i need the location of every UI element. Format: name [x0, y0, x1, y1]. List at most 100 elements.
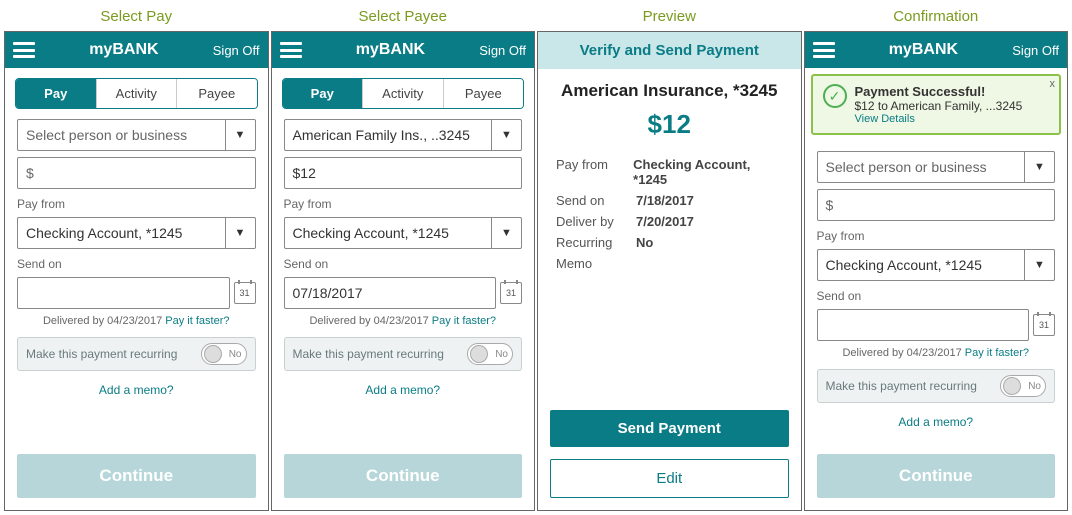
success-detail: $12 to American Family, ...3245: [855, 99, 1023, 113]
tab-activity[interactable]: Activity: [97, 79, 178, 108]
send-on-input[interactable]: [817, 309, 1030, 341]
continue-button[interactable]: Continue: [284, 454, 523, 498]
check-icon: ✓: [823, 84, 847, 108]
kv-key: Recurring: [556, 235, 636, 250]
phone-screen-select-payee: myBANK Sign Off Pay Activity Payee Ameri…: [271, 31, 536, 511]
amount-input[interactable]: $: [17, 157, 256, 189]
chevron-down-icon: ▼: [491, 218, 521, 248]
app-header: myBANK Sign Off: [5, 32, 268, 68]
kv-key: Pay from: [556, 157, 633, 187]
pay-from-label: Pay from: [284, 197, 523, 211]
tab-pay[interactable]: Pay: [16, 79, 97, 108]
app-brand: myBANK: [35, 41, 213, 59]
sign-off-link[interactable]: Sign Off: [479, 43, 526, 58]
amount-value: $: [18, 165, 255, 181]
sign-off-link[interactable]: Sign Off: [1012, 43, 1059, 58]
amount-input[interactable]: $: [817, 189, 1056, 221]
continue-button[interactable]: Continue: [17, 454, 256, 498]
calendar-icon[interactable]: 31: [1033, 314, 1055, 336]
pay-from-select[interactable]: Checking Account, *1245 ▼: [817, 249, 1056, 281]
pay-from-value: Checking Account, *1245: [285, 225, 492, 241]
payee-select[interactable]: Select person or business ▼: [817, 151, 1056, 183]
amount-input[interactable]: $12: [284, 157, 523, 189]
menu-icon[interactable]: [280, 42, 302, 58]
stage-label: Confirmation: [804, 4, 1069, 31]
tab-bar: Pay Activity Payee: [282, 78, 525, 109]
verify-amount: $12: [556, 109, 783, 140]
success-banner: ✓ Payment Successful! $12 to American Fa…: [811, 74, 1062, 135]
stage-label: Select Pay: [4, 4, 269, 31]
kv-key: Deliver by: [556, 214, 636, 229]
calendar-icon[interactable]: 31: [234, 282, 256, 304]
add-memo-link[interactable]: Add a memo?: [17, 383, 256, 397]
recurring-row: Make this payment recurring No: [284, 337, 523, 371]
phone-screen-preview: Verify and Send Payment American Insuran…: [537, 31, 802, 511]
view-details-link[interactable]: View Details: [855, 113, 1023, 125]
chevron-down-icon: ▼: [1024, 152, 1054, 182]
add-memo-link[interactable]: Add a memo?: [284, 383, 523, 397]
pay-from-select[interactable]: Checking Account, *1245 ▼: [17, 217, 256, 249]
phone-screen-select-pay: myBANK Sign Off Pay Activity Payee Selec…: [4, 31, 269, 511]
pay-from-select[interactable]: Checking Account, *1245 ▼: [284, 217, 523, 249]
send-payment-button[interactable]: Send Payment: [550, 410, 789, 447]
menu-icon[interactable]: [813, 42, 835, 58]
recurring-row: Make this payment recurring No: [817, 369, 1056, 403]
recurring-toggle[interactable]: No: [201, 343, 247, 365]
kv-val: No: [636, 235, 653, 250]
recurring-row: Make this payment recurring No: [17, 337, 256, 371]
verify-title: Verify and Send Payment: [538, 32, 801, 69]
delivered-by-text: Delivered by 04/23/2017 Pay it faster?: [284, 315, 523, 327]
chevron-down-icon: ▼: [225, 120, 255, 150]
send-on-label: Send on: [17, 257, 256, 271]
recurring-label: Make this payment recurring: [826, 379, 1001, 393]
chevron-down-icon: ▼: [1024, 250, 1054, 280]
tab-activity[interactable]: Activity: [363, 79, 444, 108]
pay-faster-link[interactable]: Pay it faster?: [165, 315, 229, 327]
menu-icon[interactable]: [13, 42, 35, 58]
stage-label: Preview: [537, 4, 802, 31]
pay-from-label: Pay from: [17, 197, 256, 211]
tab-payee[interactable]: Payee: [177, 79, 257, 108]
app-header: myBANK Sign Off: [272, 32, 535, 68]
app-brand: myBANK: [302, 41, 480, 59]
calendar-icon[interactable]: 31: [500, 282, 522, 304]
kv-val: Checking Account, *1245: [633, 157, 782, 187]
pay-from-label: Pay from: [817, 229, 1056, 243]
payee-select[interactable]: Select person or business ▼: [17, 119, 256, 151]
pay-from-value: Checking Account, *1245: [18, 225, 225, 241]
pay-faster-link[interactable]: Pay it faster?: [432, 315, 496, 327]
payee-select-value: Select person or business: [18, 127, 225, 143]
payee-select-value: American Family Ins., ..3245: [285, 127, 492, 143]
delivered-by-text: Delivered by 04/23/2017 Pay it faster?: [17, 315, 256, 327]
success-title: Payment Successful!: [855, 84, 1023, 99]
send-on-input[interactable]: 07/18/2017: [284, 277, 497, 309]
pay-faster-link[interactable]: Pay it faster?: [965, 347, 1029, 359]
recurring-label: Make this payment recurring: [26, 347, 201, 361]
tab-bar: Pay Activity Payee: [15, 78, 258, 109]
send-on-label: Send on: [284, 257, 523, 271]
chevron-down-icon: ▼: [491, 120, 521, 150]
verify-payee: American Insurance, *3245: [556, 81, 783, 101]
recurring-toggle[interactable]: No: [1000, 375, 1046, 397]
send-on-label: Send on: [817, 289, 1056, 303]
send-on-input[interactable]: [17, 277, 230, 309]
delivered-by-text: Delivered by 04/23/2017 Pay it faster?: [817, 347, 1056, 359]
amount-value: $12: [285, 165, 522, 181]
app-header: myBANK Sign Off: [805, 32, 1068, 68]
tab-pay[interactable]: Pay: [283, 79, 364, 108]
app-brand: myBANK: [835, 41, 1013, 59]
chevron-down-icon: ▼: [225, 218, 255, 248]
pay-from-value: Checking Account, *1245: [818, 257, 1025, 273]
add-memo-link[interactable]: Add a memo?: [817, 415, 1056, 429]
kv-val: 7/18/2017: [636, 193, 694, 208]
payee-select[interactable]: American Family Ins., ..3245 ▼: [284, 119, 523, 151]
close-icon[interactable]: x: [1050, 78, 1056, 90]
kv-key: Memo: [556, 256, 636, 271]
tab-payee[interactable]: Payee: [444, 79, 524, 108]
kv-val: 7/20/2017: [636, 214, 694, 229]
recurring-toggle[interactable]: No: [467, 343, 513, 365]
kv-key: Send on: [556, 193, 636, 208]
continue-button[interactable]: Continue: [817, 454, 1056, 498]
sign-off-link[interactable]: Sign Off: [213, 43, 260, 58]
edit-button[interactable]: Edit: [550, 459, 789, 498]
